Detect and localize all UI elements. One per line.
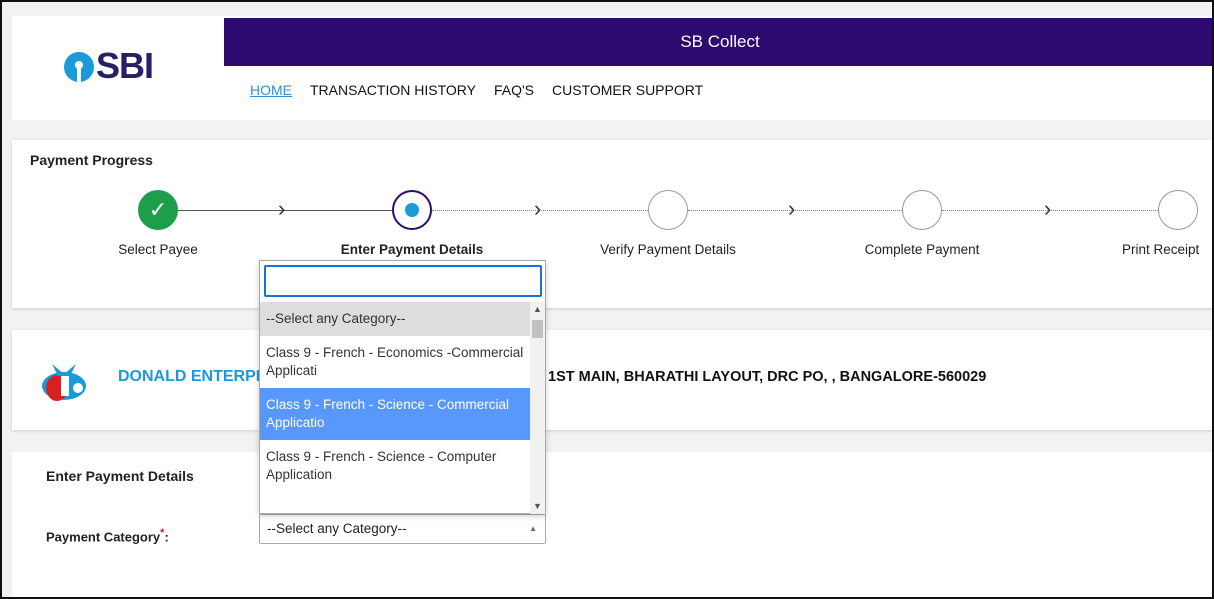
step-4-indicator [902, 190, 942, 230]
merchant-address: 1ST MAIN, BHARATHI LAYOUT, DRC PO, , BAN… [548, 369, 987, 385]
details-title: Enter Payment Details [46, 468, 194, 484]
dropdown-option[interactable]: Class 9 - French - Science - Computer Ap… [260, 440, 530, 492]
step-2-current-indicator [392, 190, 432, 230]
step-label-verify-payment-details: Verify Payment Details [600, 242, 736, 257]
progress-title: Payment Progress [30, 152, 153, 168]
dropdown-scrollbar[interactable]: ▲ ▼ [530, 302, 545, 514]
chevron-right-icon: › [278, 196, 286, 221]
chevron-right-icon: › [1044, 196, 1052, 221]
dropdown-option[interactable]: Class 9 - French - Economics -Commercial… [260, 336, 530, 388]
payment-category-select[interactable]: --Select any Category-- ▲ [259, 514, 546, 544]
step-5-indicator [1158, 190, 1198, 230]
sbi-logo-icon [64, 52, 94, 82]
step-label-complete-payment: Complete Payment [864, 242, 980, 257]
site-header: SBI SB Collect HOME TRANSACTION HISTORY … [12, 16, 1212, 120]
dropdown-search-input[interactable] [264, 265, 542, 297]
main-nav: HOME TRANSACTION HISTORY FAQ'S CUSTOMER … [250, 82, 721, 98]
merchant-card: DONALD ENTERPRISES 1ST MAIN, BHARATHI LA… [12, 330, 1212, 430]
payment-category-label: Payment Category*: [46, 527, 169, 544]
label-colon: : [164, 529, 169, 545]
nav-customer-support[interactable]: CUSTOMER SUPPORT [552, 82, 703, 98]
payment-progress-panel: Payment Progress › › › › ✓ Select Payee … [12, 140, 1212, 308]
sbi-logo-text: SBI [96, 45, 154, 86]
scrollbar-thumb[interactable] [532, 320, 543, 338]
payment-category-selected-value: --Select any Category-- [267, 521, 407, 536]
payment-details-panel: Enter Payment Details Payment Category*:… [12, 452, 1212, 597]
payment-category-dropdown[interactable]: --Select any Category-- Class 9 - French… [259, 260, 546, 514]
nav-faqs[interactable]: FAQ'S [494, 82, 534, 98]
nav-home[interactable]: HOME [250, 82, 292, 98]
chevron-right-icon: › [788, 196, 796, 221]
chevron-right-icon: › [534, 196, 542, 221]
caret-up-icon: ▲ [529, 524, 537, 533]
step-label-select-payee: Select Payee [118, 242, 198, 257]
nav-transaction-history[interactable]: TRANSACTION HISTORY [310, 82, 476, 98]
step-label-print-receipt: Print Receipt [1122, 242, 1200, 257]
payment-category-label-text: Payment Category [46, 529, 161, 545]
dropdown-options-list[interactable]: --Select any Category-- Class 9 - French… [260, 302, 530, 514]
banner-title: SB Collect [224, 18, 1212, 66]
sbi-logo[interactable]: SBI [64, 46, 184, 86]
scroll-down-icon[interactable]: ▼ [530, 499, 545, 514]
step-3-indicator [648, 190, 688, 230]
step-1-check-icon: ✓ [138, 190, 178, 230]
browser-viewport: SBI SB Collect HOME TRANSACTION HISTORY … [0, 0, 1214, 599]
merchant-logo-icon [42, 364, 86, 401]
step-label-enter-payment-details: Enter Payment Details [340, 242, 484, 257]
scroll-up-icon[interactable]: ▲ [530, 302, 545, 317]
dropdown-option-highlighted[interactable]: Class 9 - French - Science - Commercial … [260, 388, 530, 440]
dropdown-option[interactable]: --Select any Category-- [260, 302, 530, 336]
